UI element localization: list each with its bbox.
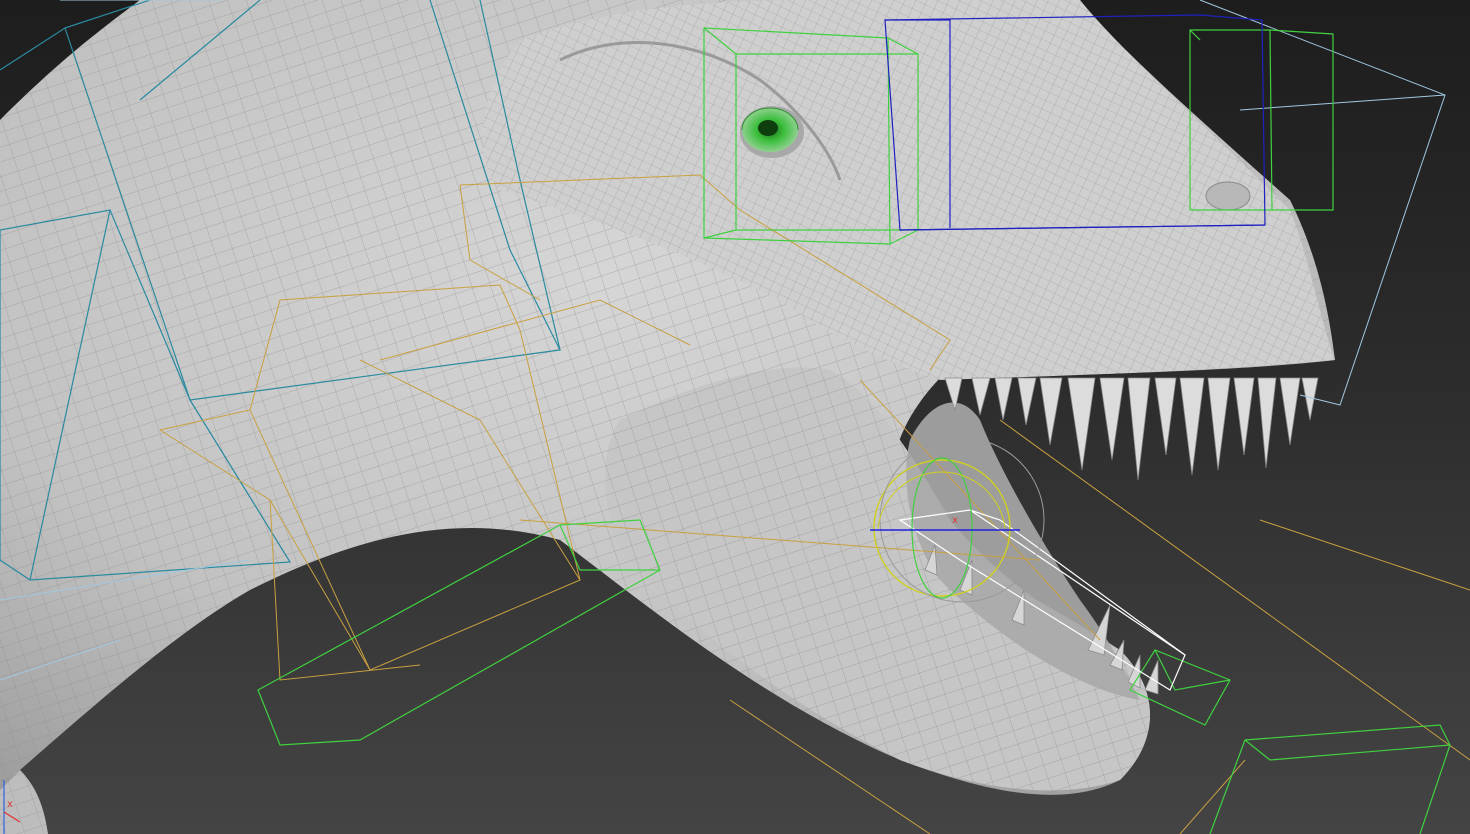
gizmo-x-axis-label: x xyxy=(952,515,959,526)
scene-canvas[interactable] xyxy=(0,0,1470,834)
lower-jaw-mesh[interactable] xyxy=(605,367,1150,791)
3d-viewport[interactable]: x x xyxy=(0,0,1470,834)
corner-x-axis-label: x xyxy=(7,799,14,810)
eye[interactable] xyxy=(740,106,804,158)
upper-teeth xyxy=(944,377,1319,481)
